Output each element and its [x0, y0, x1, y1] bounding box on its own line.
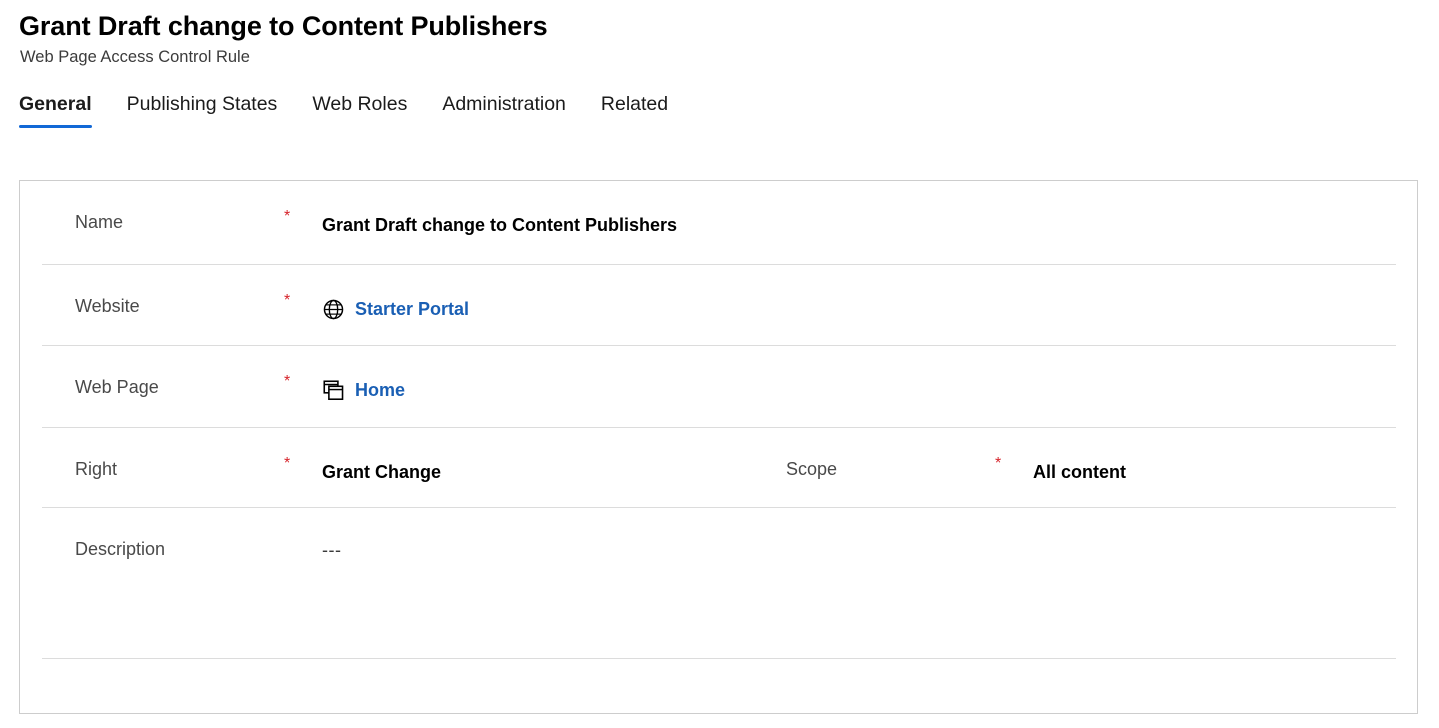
field-website: Website * Starter Portal [42, 265, 753, 321]
field-label-scope: Scope [786, 459, 838, 479]
required-indicator-description: * [284, 508, 322, 553]
form-card-footer-space [42, 659, 1396, 707]
field-label-description: Description [75, 539, 166, 559]
field-label-web-page: Web Page [75, 377, 159, 397]
form-row-name: Name * Grant Draft change to Content Pub… [42, 181, 1396, 265]
page-title: Grant Draft change to Content Publishers [19, 11, 548, 41]
page-subtitle: Web Page Access Control Rule [20, 48, 250, 66]
form-row-description: Description * --- [42, 508, 1396, 659]
tab-bar: General Publishing States Web Roles Admi… [19, 90, 1439, 128]
required-indicator-web-page: * [284, 373, 291, 390]
globe-icon [322, 298, 344, 320]
web-page-stack-icon [322, 379, 344, 401]
tab-web-roles[interactable]: Web Roles [312, 91, 407, 128]
general-tab-form-card: Name * Grant Draft change to Content Pub… [19, 180, 1418, 714]
field-right: Right * Grant Change [42, 428, 753, 484]
field-label-right: Right [75, 459, 118, 479]
field-value-scope[interactable]: All content [1033, 428, 1126, 484]
field-value-right[interactable]: Grant Change [322, 428, 441, 484]
tab-related[interactable]: Related [601, 91, 668, 128]
web-page-lookup-link[interactable]: Home [355, 378, 405, 402]
field-scope: Scope * All content [753, 428, 1396, 484]
field-web-page: Web Page * Home [42, 346, 753, 402]
field-description: Description * --- [42, 508, 753, 561]
form-row-right-scope: Right * Grant Change Scope * All content [42, 428, 1396, 508]
required-indicator-website: * [284, 292, 291, 309]
tab-administration[interactable]: Administration [442, 91, 566, 128]
field-value-description[interactable]: --- [322, 508, 341, 560]
form-row-web-page: Web Page * Home [42, 346, 1396, 428]
field-name: Name * Grant Draft change to Content Pub… [42, 181, 753, 237]
required-indicator-scope: * [995, 455, 1002, 472]
page-header: Grant Draft change to Content Publishers… [0, 0, 1439, 68]
field-label-name: Name [75, 212, 124, 232]
tab-general[interactable]: General [19, 91, 92, 128]
field-label-website: Website [75, 296, 140, 316]
tab-publishing-states[interactable]: Publishing States [127, 91, 278, 128]
required-indicator-right: * [284, 455, 291, 472]
field-value-website: Starter Portal [322, 265, 469, 321]
required-indicator-name: * [284, 208, 291, 225]
field-value-name[interactable]: Grant Draft change to Content Publishers [322, 181, 677, 237]
field-value-web-page: Home [322, 346, 405, 402]
website-lookup-link[interactable]: Starter Portal [355, 297, 469, 321]
form-row-website: Website * Starter Portal [42, 265, 1396, 346]
